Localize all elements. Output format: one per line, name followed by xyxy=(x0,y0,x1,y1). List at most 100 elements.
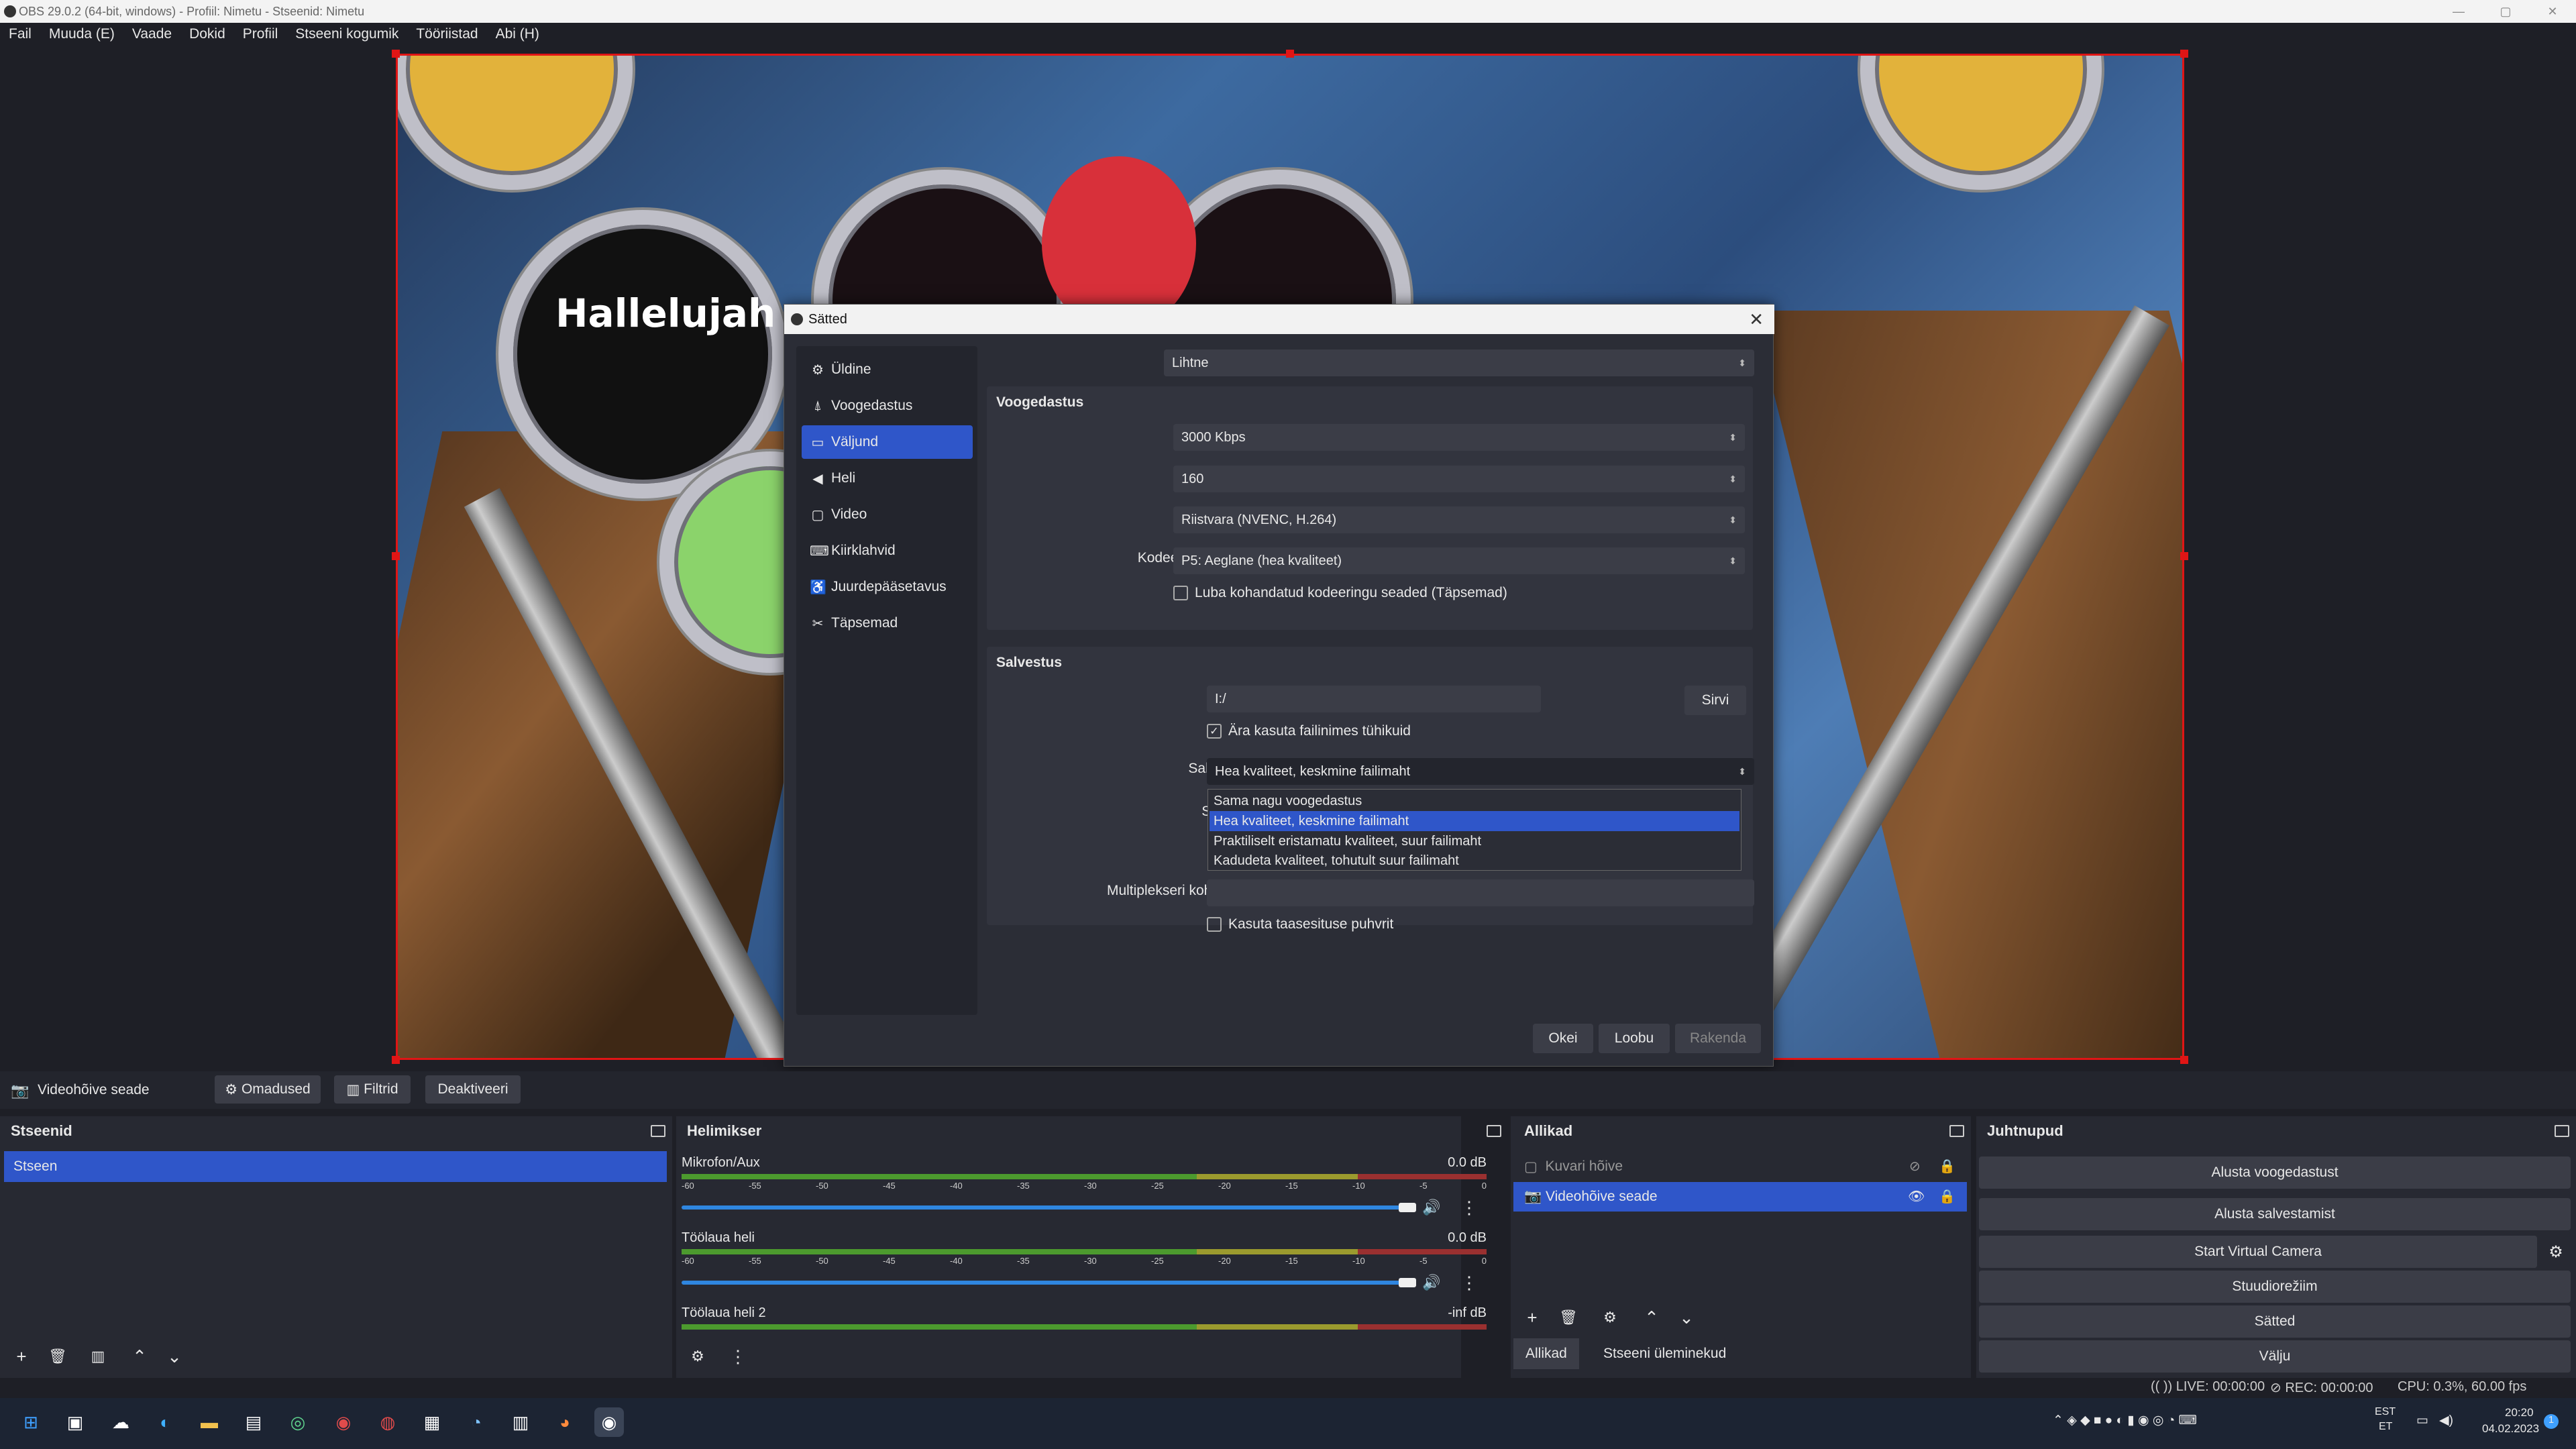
undock-icon[interactable] xyxy=(2555,1125,2569,1137)
menu-tools[interactable]: Tööriistad xyxy=(407,26,486,42)
nav-audio[interactable]: ◀ Heli xyxy=(802,462,973,495)
tab-scene-transitions[interactable]: Stseeni üleminekud xyxy=(1591,1338,1738,1369)
clock-date[interactable]: 04.02.2023 xyxy=(2482,1422,2539,1436)
muxer-settings-input[interactable] xyxy=(1207,879,1754,906)
resize-handle[interactable] xyxy=(392,1056,400,1064)
resize-handle[interactable] xyxy=(392,552,400,560)
ok-button[interactable]: Okei xyxy=(1533,1024,1593,1053)
resize-handle[interactable] xyxy=(2180,1056,2188,1064)
close-icon[interactable]: ✕ xyxy=(1749,309,1764,330)
apply-button[interactable]: Rakenda xyxy=(1675,1024,1761,1053)
tray-icons[interactable]: ⌃ ◈ ◆ ■ ● ◐ ▮ ◉ ◎ ◔ ⌨ xyxy=(2053,1413,2197,1428)
edge-icon[interactable]: ◐ xyxy=(150,1407,180,1437)
up-icon[interactable]: ⌃ xyxy=(1638,1304,1665,1331)
undock-icon[interactable] xyxy=(1949,1125,1964,1137)
start-recording-button[interactable]: Alusta salvestamist xyxy=(1979,1198,2571,1230)
app-icon[interactable]: ◎ xyxy=(283,1407,313,1437)
menu-edit[interactable]: Muuda (E) xyxy=(40,26,123,42)
maximize-icon[interactable]: ▢ xyxy=(2482,0,2529,23)
eye-hidden-icon[interactable]: ⊘ xyxy=(1909,1158,1921,1175)
speaker-icon[interactable]: 🔊 xyxy=(1418,1269,1445,1296)
volume-slider[interactable] xyxy=(682,1281,1413,1285)
custom-encoder-checkbox[interactable]: Luba kohandatud kodeeringu seaded (Täpse… xyxy=(1173,585,1507,601)
down-icon[interactable]: ⌄ xyxy=(1673,1304,1700,1331)
studio-mode-button[interactable]: Stuudiorežiim xyxy=(1979,1271,2571,1303)
clock-time[interactable]: 20:20 xyxy=(2505,1406,2534,1419)
nav-general[interactable]: ⚙ Üldine xyxy=(802,353,973,386)
add-icon[interactable]: + xyxy=(8,1343,35,1370)
app-icon[interactable]: ▦ xyxy=(417,1407,447,1437)
audio-bitrate-select[interactable]: 160 ⬍ xyxy=(1173,466,1745,492)
notification-badge[interactable]: 1 xyxy=(2544,1414,2559,1429)
checkbox-box[interactable] xyxy=(1173,586,1188,600)
scene-item[interactable]: Stseen xyxy=(4,1151,667,1182)
undock-icon[interactable] xyxy=(651,1125,665,1137)
kebab-menu-icon[interactable]: ⋮ xyxy=(724,1343,751,1370)
resize-handle[interactable] xyxy=(392,50,400,58)
encoder-preset-select[interactable]: P5: Aeglane (hea kvaliteet) ⬍ xyxy=(1173,547,1745,574)
resize-handle[interactable] xyxy=(2180,50,2188,58)
menu-view[interactable]: Vaade xyxy=(123,26,180,42)
nav-hotkeys[interactable]: ⌨ Kiirklahvid xyxy=(802,534,973,568)
nav-output[interactable]: ▭ Väljund xyxy=(802,425,973,459)
checkbox-box[interactable] xyxy=(1207,917,1222,932)
dropdown-option-selected[interactable]: Hea kvaliteet, keskmine failimaht xyxy=(1210,811,1739,831)
obs-icon[interactable]: ◉ xyxy=(594,1407,624,1437)
lock-icon[interactable]: 🔒 xyxy=(1939,1188,1955,1205)
menu-profile[interactable]: Profiil xyxy=(234,26,287,42)
down-icon[interactable]: ⌄ xyxy=(161,1343,188,1370)
language-top[interactable]: EST xyxy=(2375,1406,2396,1418)
replay-buffer-checkbox[interactable]: Kasuta taasesituse puhvrit xyxy=(1207,916,1393,932)
kebab-menu-icon[interactable]: ⋮ xyxy=(1456,1194,1483,1221)
exit-button[interactable]: Välju xyxy=(1979,1340,2571,1373)
kebab-menu-icon[interactable]: ⋮ xyxy=(1456,1269,1483,1296)
nav-advanced[interactable]: ✂ Täpsemad xyxy=(802,606,973,640)
nav-stream[interactable]: ⍋ Voogedastus xyxy=(802,389,973,423)
output-mode-select[interactable]: Lihtne ⬍ xyxy=(1164,350,1754,376)
resize-handle[interactable] xyxy=(2180,552,2188,560)
start-virtual-camera-button[interactable]: Start Virtual Camera xyxy=(1979,1236,2537,1268)
properties-button[interactable]: ⚙ Omadused xyxy=(215,1075,321,1104)
encoder-select[interactable]: Riistvara (NVENC, H.264) ⬍ xyxy=(1173,506,1745,533)
recording-quality-select[interactable]: Hea kvaliteet, keskmine failimaht ⬍ xyxy=(1207,758,1754,785)
volume-slider-handle[interactable] xyxy=(1399,1203,1416,1212)
close-window-icon[interactable]: ✕ xyxy=(2529,0,2576,23)
task-view-icon[interactable]: ▣ xyxy=(60,1407,90,1437)
trash-icon[interactable]: 🗑 xyxy=(44,1343,71,1370)
recording-path-input[interactable]: I:/ xyxy=(1207,686,1541,712)
volume-icon[interactable]: ◀) xyxy=(2439,1413,2453,1428)
settings-button[interactable]: Sätted xyxy=(1979,1305,2571,1338)
gear-icon[interactable]: ⚙ xyxy=(1597,1304,1623,1331)
nav-video[interactable]: ▢ Video xyxy=(802,498,973,531)
video-bitrate-spinbox[interactable]: 3000 Kbps ⬍ xyxy=(1173,424,1745,451)
checkmark-icon[interactable]: ✓ xyxy=(1207,724,1222,739)
firefox-icon[interactable]: ◕ xyxy=(550,1407,580,1437)
lock-icon[interactable]: 🔒 xyxy=(1939,1158,1955,1175)
menu-help[interactable]: Abi (H) xyxy=(487,26,548,42)
file-explorer-icon[interactable]: ▬ xyxy=(195,1407,224,1437)
cancel-button[interactable]: Loobu xyxy=(1599,1024,1670,1053)
nav-accessibility[interactable]: ♿ Juurdepääsetavus xyxy=(802,570,973,604)
menu-docks[interactable]: Dokid xyxy=(180,26,234,42)
app-icon[interactable]: ◉ xyxy=(329,1407,358,1437)
volume-slider-handle[interactable] xyxy=(1399,1278,1416,1287)
dropdown-option[interactable]: Sama nagu voogedastus xyxy=(1210,791,1739,811)
gear-icon[interactable]: ⚙ xyxy=(2542,1238,2569,1265)
eye-icon[interactable]: 👁 xyxy=(1908,1188,1925,1205)
start-icon[interactable]: ⊞ xyxy=(16,1407,46,1437)
minimize-icon[interactable]: — xyxy=(2435,0,2482,23)
weather-icon[interactable]: ☁ xyxy=(106,1407,136,1437)
add-icon[interactable]: + xyxy=(1519,1304,1546,1331)
no-spaces-checkbox[interactable]: ✓ Ära kasuta failinimes tühikuid xyxy=(1207,723,1411,739)
filters-button[interactable]: ▥ Filtrid xyxy=(334,1075,411,1104)
volume-slider[interactable] xyxy=(682,1205,1413,1210)
source-item[interactable]: ▢ Kuvari hõive xyxy=(1513,1152,1967,1181)
trash-icon[interactable]: 🗑 xyxy=(1555,1304,1582,1331)
filter-icon[interactable]: ▥ xyxy=(85,1343,111,1370)
up-icon[interactable]: ⌃ xyxy=(126,1343,153,1370)
start-streaming-button[interactable]: Alusta voogedastust xyxy=(1979,1157,2571,1189)
deactivate-button[interactable]: Deaktiveeri xyxy=(425,1075,521,1104)
speaker-icon[interactable]: 🔊 xyxy=(1418,1194,1445,1221)
menu-scene-collection[interactable]: Stseeni kogumik xyxy=(286,26,407,42)
language-bottom[interactable]: ET xyxy=(2379,1421,2392,1433)
